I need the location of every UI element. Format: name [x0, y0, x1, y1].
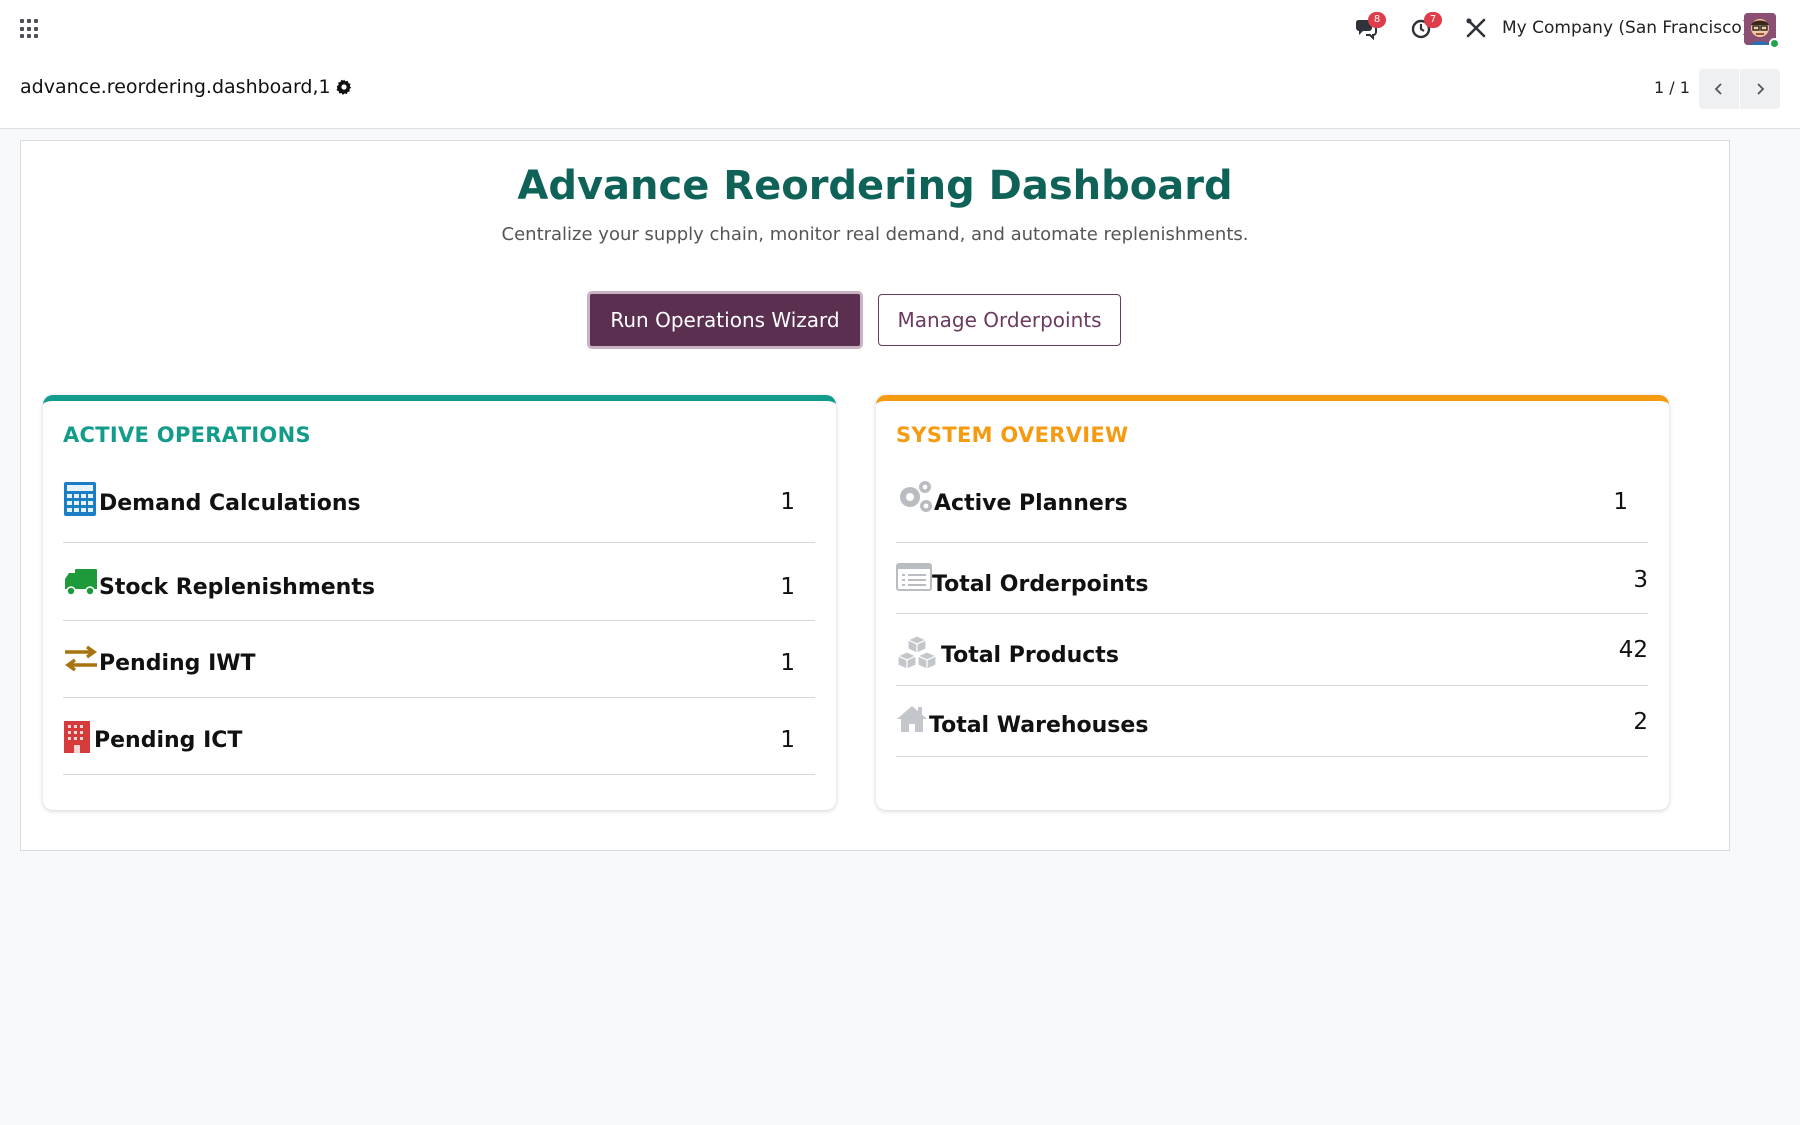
stat-label: Total Orderpoints	[932, 572, 1149, 597]
active-operations-card: ACTIVE OPERATIONS Demand Calculations 1 …	[43, 395, 836, 810]
stat-label: Total Warehouses	[929, 713, 1149, 738]
stat-value: 1	[780, 650, 795, 676]
debug-tools-icon[interactable]	[1464, 16, 1488, 40]
chevron-right-icon	[1757, 83, 1765, 95]
stat-row-pending-iwt[interactable]: Pending IWT 1	[63, 621, 815, 698]
user-avatar[interactable]	[1744, 13, 1780, 49]
gear-icon[interactable]	[335, 78, 353, 96]
stat-row-active-planners[interactable]: Active Planners 1	[896, 479, 1648, 543]
cubes-icon	[896, 634, 938, 670]
stat-value: 1	[780, 727, 795, 753]
stat-row-total-orderpoints[interactable]: Total Orderpoints 3	[896, 543, 1648, 614]
messages-icon[interactable]: 8	[1354, 12, 1386, 41]
control-panel: advance.reordering.dashboard,1 1 / 1	[0, 56, 1800, 129]
top-navbar: 8 7 My Company (San Francisco)	[0, 0, 1800, 56]
calculator-icon	[63, 481, 99, 517]
pager-previous-button[interactable]	[1699, 69, 1739, 109]
stat-row-total-products[interactable]: Total Products 42	[896, 614, 1648, 686]
company-switcher[interactable]: My Company (San Francisco)	[1502, 18, 1748, 38]
stat-value: 1	[780, 574, 795, 600]
stat-label: Pending IWT	[99, 651, 256, 676]
stat-row-stock-replenishments[interactable]: Stock Replenishments 1	[63, 543, 815, 621]
online-status-dot	[1769, 38, 1780, 49]
grid-menu-icon[interactable]	[20, 19, 40, 39]
stat-value: 1	[780, 489, 795, 515]
stat-label: Demand Calculations	[99, 491, 361, 516]
pager-value[interactable]: 1 / 1	[1654, 78, 1690, 97]
truck-icon	[63, 567, 99, 603]
activity-clock-icon[interactable]: 7	[1410, 12, 1442, 40]
stat-label: Pending ICT	[94, 728, 243, 753]
stat-label: Total Products	[941, 643, 1119, 668]
system-overview-title: SYSTEM OVERVIEW	[896, 423, 1129, 447]
system-overview-card: SYSTEM OVERVIEW Active Planners 1 Total …	[876, 395, 1669, 810]
page-title: Advance Reordering Dashboard	[517, 163, 1233, 209]
stat-value: 1	[1613, 489, 1628, 515]
stat-value: 2	[1633, 709, 1648, 735]
dashboard-sheet: Advance Reordering Dashboard Centralize …	[20, 140, 1730, 851]
activities-badge: 7	[1424, 12, 1442, 28]
list-icon	[896, 563, 932, 599]
stat-label: Active Planners	[934, 491, 1128, 516]
active-operations-title: ACTIVE OPERATIONS	[63, 423, 311, 447]
stat-row-total-warehouses[interactable]: Total Warehouses 2	[896, 686, 1648, 757]
chevron-left-icon	[1714, 83, 1722, 95]
stat-label: Stock Replenishments	[99, 575, 375, 600]
page-subtitle: Centralize your supply chain, monitor re…	[501, 224, 1249, 245]
stat-value: 3	[1633, 567, 1648, 593]
stat-row-pending-ict[interactable]: Pending ICT 1	[63, 698, 815, 775]
stat-row-demand-calculations[interactable]: Demand Calculations 1	[63, 479, 815, 543]
stat-value: 42	[1618, 637, 1648, 663]
gears-icon	[896, 479, 932, 515]
manage-orderpoints-button[interactable]: Manage Orderpoints	[878, 294, 1121, 346]
pager-next-button[interactable]	[1740, 69, 1780, 109]
breadcrumb-record-name: advance.reordering.dashboard,1	[20, 76, 331, 98]
run-operations-wizard-button[interactable]: Run Operations Wizard	[587, 291, 863, 349]
exchange-arrows-icon	[63, 645, 99, 681]
messages-badge: 8	[1368, 12, 1386, 28]
home-icon	[896, 704, 932, 740]
